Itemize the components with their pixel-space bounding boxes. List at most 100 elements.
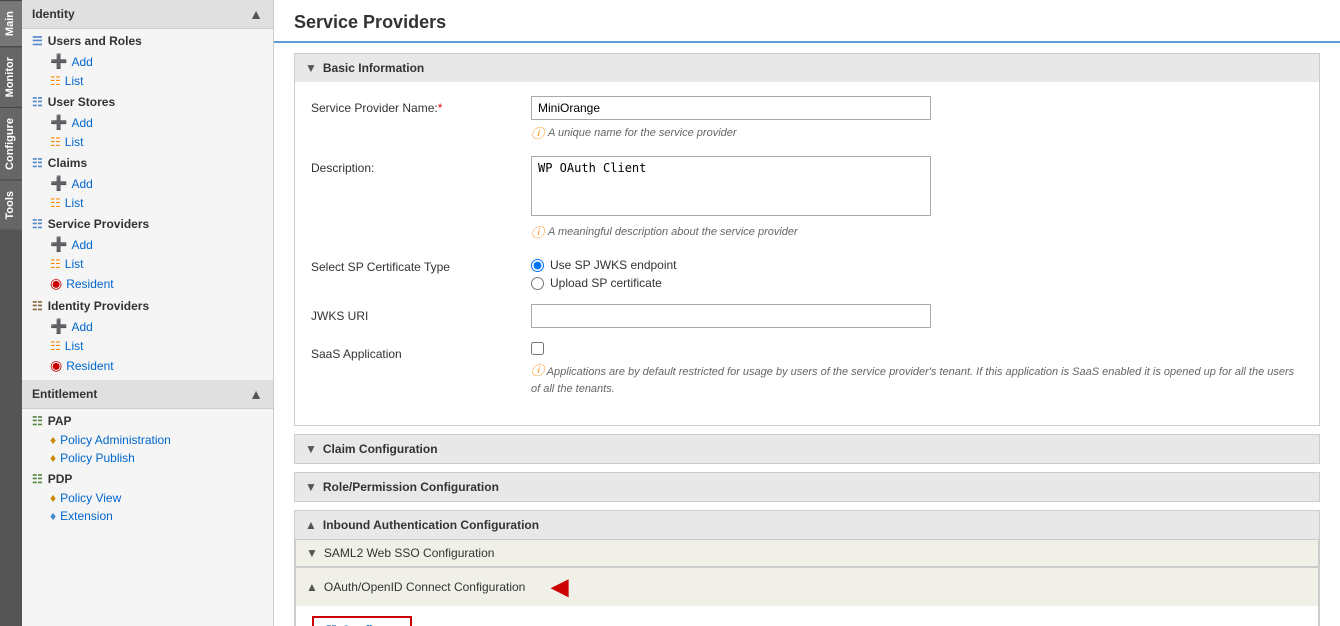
upload-radio[interactable] [531, 277, 544, 290]
basic-info-content: Service Provider Name:* ⓘ A unique name … [295, 82, 1319, 425]
user-stores-add[interactable]: ➕ Add [22, 112, 273, 133]
users-roles-add[interactable]: ➕ Add [22, 51, 273, 72]
inbound-auth-section: ▲ Inbound Authentication Configuration ▼… [294, 510, 1320, 626]
pap-label: PAP [48, 414, 72, 428]
saml-config-title: SAML2 Web SSO Configuration [324, 546, 495, 560]
saas-note: ⓘ Applications are by default restricted… [531, 361, 1303, 397]
tab-configure[interactable]: Configure [0, 107, 22, 180]
stores-icon: ☷ [32, 95, 43, 109]
jwks-uri-control [531, 304, 1303, 328]
pdp-group: ☷ PDP [22, 467, 273, 489]
jwks-option: Use SP JWKS endpoint [531, 258, 1303, 272]
saas-label: SaaS Application [311, 342, 531, 361]
add-icon: ➕ [50, 175, 67, 192]
basic-info-chevron: ▼ [305, 61, 317, 75]
basic-info-header[interactable]: ▼ Basic Information [295, 54, 1319, 82]
inbound-auth-header[interactable]: ▲ Inbound Authentication Configuration [295, 511, 1319, 539]
basic-info-section: ▼ Basic Information Service Provider Nam… [294, 53, 1320, 426]
inbound-auth-content: ▼ SAML2 Web SSO Configuration ▲ OAuth/Op… [295, 539, 1319, 626]
role-config-section: ▼ Role/Permission Configuration [294, 472, 1320, 502]
idp-list[interactable]: ☷ List [22, 337, 273, 355]
policy-publish[interactable]: ♦ Policy Publish [22, 449, 273, 467]
content-area: ▼ Basic Information Service Provider Nam… [274, 53, 1340, 626]
view-icon: ♦ [50, 491, 56, 505]
pdp-icon: ☷ [32, 472, 43, 486]
claim-config-title: Claim Configuration [323, 442, 438, 456]
inbound-auth-title: Inbound Authentication Configuration [323, 518, 539, 532]
sp-resident[interactable]: ◉ Resident [22, 273, 273, 294]
user-stores-list[interactable]: ☷ List [22, 133, 273, 151]
list-icon: ☷ [50, 74, 61, 88]
cert-type-control: Use SP JWKS endpoint Upload SP certifica… [531, 255, 1303, 290]
users-roles-group: ☰ Users and Roles [22, 29, 273, 51]
list-icon: ☷ [50, 257, 61, 271]
required-mark: * [438, 101, 443, 115]
saml-chevron: ▼ [306, 546, 318, 560]
idp-resident[interactable]: ◉ Resident [22, 355, 273, 376]
list-icon: ☷ [50, 135, 61, 149]
sidebar: Identity ▲ ☰ Users and Roles ➕ Add ☷ Lis… [22, 0, 274, 626]
sp-list[interactable]: ☷ List [22, 255, 273, 273]
saas-checkbox[interactable] [531, 342, 544, 355]
tab-monitor[interactable]: Monitor [0, 46, 22, 107]
pap-group: ☷ PAP [22, 409, 273, 431]
users-roles-list[interactable]: ☷ List [22, 72, 273, 90]
upload-option: Upload SP certificate [531, 276, 1303, 290]
role-config-header[interactable]: ▼ Role/Permission Configuration [295, 473, 1319, 501]
configure-button[interactable]: ☷ Configure [312, 616, 412, 626]
name-row: Service Provider Name:* ⓘ A unique name … [311, 96, 1303, 142]
description-row: Description: WP OAuth Client ⓘ A meaning… [311, 156, 1303, 241]
identity-section-header[interactable]: Identity ▲ [22, 0, 273, 29]
cert-type-radio-group: Use SP JWKS endpoint Upload SP certifica… [531, 255, 1303, 290]
oauth-config-content: ☷ Configure [296, 606, 1318, 626]
extension[interactable]: ♦ Extension [22, 507, 273, 525]
resident-icon: ◉ [50, 275, 62, 292]
name-input[interactable] [531, 96, 931, 120]
tab-tools[interactable]: Tools [0, 180, 22, 230]
identity-providers-group: ☷ Identity Providers [22, 294, 273, 316]
policy-admin[interactable]: ♦ Policy Administration [22, 431, 273, 449]
claim-config-chevron: ▼ [305, 442, 317, 456]
jwks-uri-row: JWKS URI [311, 304, 1303, 328]
add-icon: ➕ [50, 318, 67, 335]
idp-add[interactable]: ➕ Add [22, 316, 273, 337]
add-icon: ➕ [50, 236, 67, 253]
jwks-uri-input[interactable] [531, 304, 931, 328]
oauth-config-title: OAuth/OpenID Connect Configuration [324, 580, 525, 594]
users-icon: ☰ [32, 34, 43, 48]
oauth-config-section: ▲ OAuth/OpenID Connect Configuration ◀ ☷… [295, 567, 1319, 626]
name-label: Service Provider Name:* [311, 96, 531, 115]
hint-icon: ⓘ [531, 123, 544, 142]
publish-icon: ♦ [50, 451, 56, 465]
claim-config-header[interactable]: ▼ Claim Configuration [295, 435, 1319, 463]
pap-icon: ☷ [32, 414, 43, 428]
hint-icon: ⓘ [531, 222, 544, 241]
claims-add[interactable]: ➕ Add [22, 173, 273, 194]
cert-type-label: Select SP Certificate Type [311, 255, 531, 274]
oauth-config-header[interactable]: ▲ OAuth/OpenID Connect Configuration ◀ [296, 568, 1318, 606]
claims-group: ☷ Claims [22, 151, 273, 173]
users-roles-label: Users and Roles [48, 34, 142, 48]
description-textarea[interactable]: WP OAuth Client [531, 156, 931, 216]
jwks-uri-label: JWKS URI [311, 304, 531, 323]
policy-view[interactable]: ♦ Policy View [22, 489, 273, 507]
sp-add[interactable]: ➕ Add [22, 234, 273, 255]
entitlement-title: Entitlement [32, 387, 97, 401]
entitlement-collapse-btn[interactable]: ▲ [249, 386, 263, 402]
saml-config-section: ▼ SAML2 Web SSO Configuration [295, 539, 1319, 567]
name-control: ⓘ A unique name for the service provider [531, 96, 1303, 142]
identity-collapse-btn[interactable]: ▲ [249, 6, 263, 22]
red-arrow-indicator: ◀ [551, 574, 568, 600]
saml-config-header[interactable]: ▼ SAML2 Web SSO Configuration [296, 540, 1318, 566]
claim-config-section: ▼ Claim Configuration [294, 434, 1320, 464]
pdp-label: PDP [48, 472, 73, 486]
entitlement-section-header[interactable]: Entitlement ▲ [22, 380, 273, 409]
resident-icon: ◉ [50, 357, 62, 374]
role-config-title: Role/Permission Configuration [323, 480, 499, 494]
side-nav: Main Monitor Configure Tools [0, 0, 22, 626]
description-label: Description: [311, 156, 531, 175]
claims-list[interactable]: ☷ List [22, 194, 273, 212]
jwks-radio[interactable] [531, 259, 544, 272]
tab-main[interactable]: Main [0, 0, 22, 46]
inbound-auth-chevron: ▲ [305, 518, 317, 532]
